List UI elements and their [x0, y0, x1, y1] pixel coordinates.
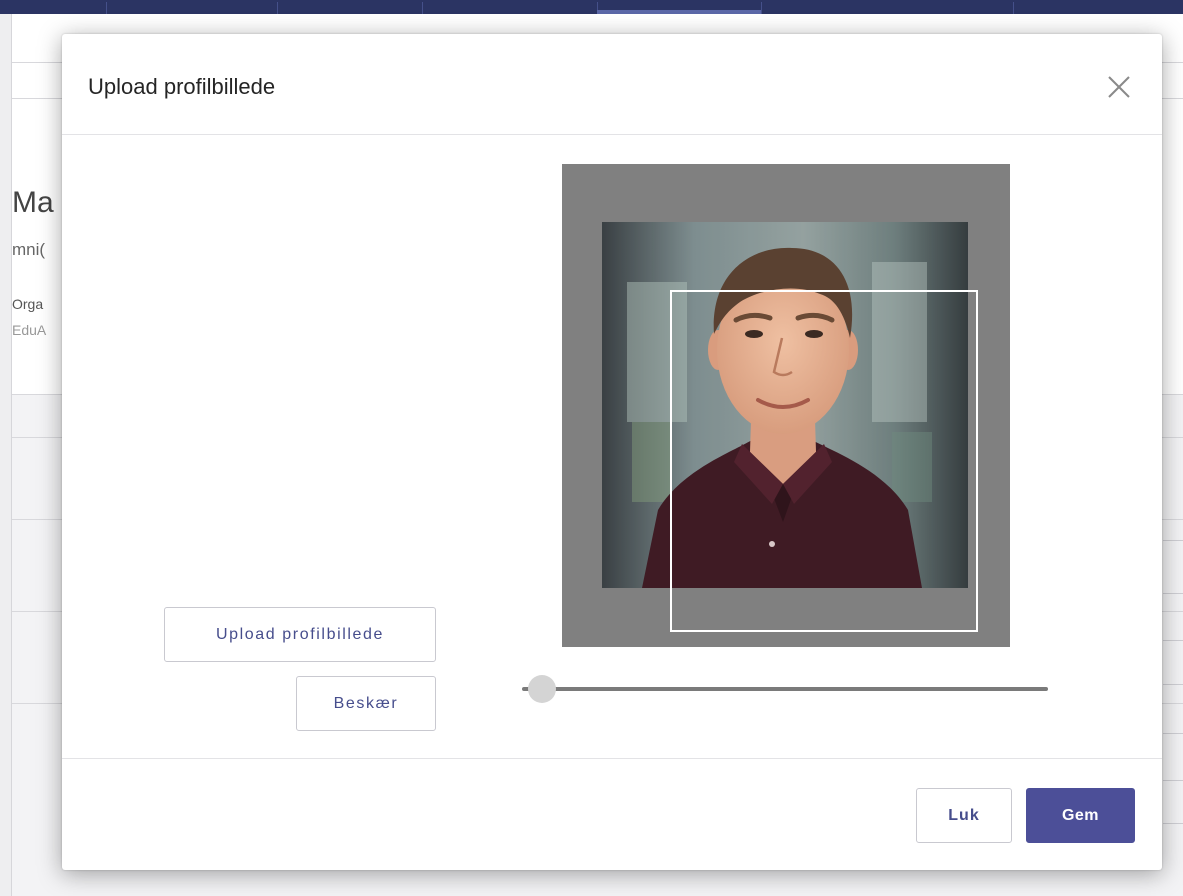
profile-username: mni( [12, 240, 46, 259]
upload-profile-picture-dialog: Upload profilbillede Upload profilbilled… [62, 34, 1162, 870]
zoom-slider-track [522, 687, 1048, 691]
dialog-header: Upload profilbillede [62, 34, 1162, 135]
crop-button[interactable]: Beskær [296, 676, 436, 731]
upload-profile-picture-button[interactable]: Upload profilbillede [164, 607, 436, 662]
crop-selection-box[interactable] [670, 290, 978, 632]
image-cropper[interactable] [562, 164, 1010, 647]
profile-photo [602, 222, 978, 632]
dialog-title: Upload profilbillede [88, 74, 276, 99]
close-dialog-button[interactable]: Luk [916, 788, 1012, 843]
active-tab-indicator [597, 10, 761, 14]
zoom-slider-thumb[interactable] [528, 675, 556, 703]
left-edge [0, 14, 12, 896]
organization-value: EduA [12, 322, 47, 338]
organization-label: Orga [12, 296, 44, 312]
save-button[interactable]: Gem [1026, 788, 1135, 843]
top-navigation-bar [0, 0, 1183, 14]
close-icon [1108, 76, 1130, 98]
zoom-slider[interactable] [522, 674, 1048, 704]
profile-name: Ma [12, 186, 54, 219]
close-button[interactable] [1104, 72, 1134, 102]
